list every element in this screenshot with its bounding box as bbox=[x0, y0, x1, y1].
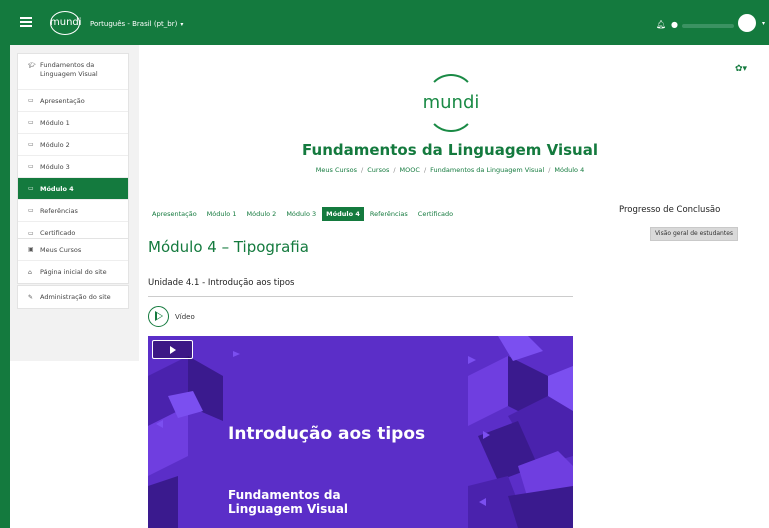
breadcrumb-item[interactable]: Módulo 4 bbox=[554, 166, 584, 174]
tab-referencias[interactable]: Referências bbox=[366, 207, 412, 221]
logo-word: mundi bbox=[422, 92, 480, 113]
drawer-course-label: Fundamentos da Linguagem Visual bbox=[40, 61, 98, 78]
gear-icon[interactable]: ✿▾ bbox=[735, 64, 747, 74]
home-icon: ⌂ bbox=[28, 268, 32, 276]
drawer-item-my-courses[interactable]: ▣ Meus Cursos bbox=[18, 239, 128, 261]
section-tabs: Apresentação Módulo 1 Módulo 2 Módulo 3 … bbox=[148, 207, 459, 221]
video-activity-play-inner bbox=[156, 313, 162, 319]
students-overview-button[interactable]: Visão geral de estudantes bbox=[650, 227, 738, 241]
folder-icon: ▭ bbox=[28, 229, 34, 237]
video-activity-link[interactable]: Vídeo bbox=[175, 313, 195, 321]
drawer-site-group: ▣ Meus Cursos ⌂ Página inicial do site bbox=[17, 238, 129, 284]
courses-icon: ▣ bbox=[28, 246, 34, 253]
breadcrumb-item[interactable]: Cursos bbox=[367, 166, 389, 174]
drawer-item-modulo-3[interactable]: ▭ Módulo 3 bbox=[18, 156, 128, 178]
drawer-course-home[interactable]: 🎓︎ Fundamentos da Linguagem Visual bbox=[18, 54, 128, 90]
tab-modulo-3[interactable]: Módulo 3 bbox=[282, 207, 320, 221]
wrench-icon: ✎ bbox=[28, 293, 34, 301]
tab-modulo-1[interactable]: Módulo 1 bbox=[203, 207, 241, 221]
graduation-cap-icon: 🎓︎ bbox=[28, 62, 36, 69]
drawer-course-group: 🎓︎ Fundamentos da Linguagem Visual ▭ Apre… bbox=[17, 53, 129, 245]
folder-icon: ▭ bbox=[28, 207, 34, 214]
tab-certificado[interactable]: Certificado bbox=[414, 207, 457, 221]
drawer-item-site-home[interactable]: ⌂ Página inicial do site bbox=[18, 261, 128, 283]
drawer-item-modulo-4[interactable]: ▭ Módulo 4 bbox=[18, 178, 128, 200]
course-logo: mundi bbox=[420, 74, 482, 134]
unit-title: Unidade 4.1 - Introdução aos tipos bbox=[148, 278, 295, 288]
video-heading: Introdução aos tipos bbox=[228, 424, 426, 444]
tab-apresentacao[interactable]: Apresentação bbox=[148, 207, 201, 221]
video-player[interactable]: Introdução aos tipos Fundamentos da Ling… bbox=[148, 336, 573, 528]
avatar[interactable] bbox=[738, 14, 756, 32]
menu-icon[interactable] bbox=[20, 17, 32, 27]
user-menu-caret-icon[interactable]: ▾ bbox=[762, 20, 765, 27]
folder-icon: ▭ bbox=[28, 185, 34, 192]
breadcrumb-item[interactable]: Meus Cursos bbox=[316, 166, 357, 174]
folder-icon: ▭ bbox=[28, 119, 34, 126]
bell-icon[interactable]: 🔔︎ bbox=[656, 20, 666, 29]
breadcrumb-separator: / bbox=[361, 166, 364, 174]
progress-title: Progresso de Conclusão bbox=[619, 205, 721, 215]
breadcrumb-separator: / bbox=[393, 166, 396, 174]
user-name-redacted[interactable] bbox=[682, 24, 734, 28]
video-play-button[interactable] bbox=[152, 340, 193, 359]
chat-icon[interactable]: ● bbox=[671, 20, 678, 29]
video-subtitle: Fundamentos da Linguagem Visual bbox=[228, 488, 349, 516]
folder-icon: ▭ bbox=[28, 97, 34, 104]
folder-icon: ▭ bbox=[28, 163, 34, 170]
drawer-item-modulo-2[interactable]: ▭ Módulo 2 bbox=[18, 134, 128, 156]
top-navbar: mundi Português - Brasil (pt_br) ▾ 🔔︎ ● ▾ bbox=[0, 0, 769, 45]
section-title: Módulo 4 – Tipografia bbox=[148, 238, 309, 256]
tab-modulo-2[interactable]: Módulo 2 bbox=[243, 207, 281, 221]
breadcrumb-separator: / bbox=[423, 166, 427, 174]
course-title: Fundamentos da Linguagem Visual bbox=[302, 141, 598, 159]
breadcrumb-item[interactable]: MOOC bbox=[400, 166, 420, 174]
drawer-item-referencias[interactable]: ▭ Referências bbox=[18, 200, 128, 222]
drawer-item-modulo-1[interactable]: ▭ Módulo 1 bbox=[18, 112, 128, 134]
breadcrumb: Meus Cursos / Cursos / MOOC / Fundamentos da L… bbox=[140, 166, 760, 174]
folder-icon: ▭ bbox=[28, 141, 34, 148]
site-logo-text: mundi bbox=[50, 17, 82, 28]
drawer-item-apresentacao[interactable]: ▭ Apresentação bbox=[18, 90, 128, 112]
left-edge-bar bbox=[0, 45, 10, 528]
breadcrumb-separator: / bbox=[548, 166, 551, 174]
tab-modulo-4[interactable]: Módulo 4 bbox=[322, 207, 364, 221]
drawer-admin-group: ✎ Administração do site bbox=[17, 285, 129, 309]
language-selector[interactable]: Português - Brasil (pt_br) ▾ bbox=[90, 20, 183, 28]
drawer-item-admin[interactable]: ✎ Administração do site bbox=[18, 286, 128, 308]
divider bbox=[148, 296, 573, 297]
breadcrumb-item[interactable]: Fundamentos da Linguagem Visual bbox=[430, 166, 544, 174]
